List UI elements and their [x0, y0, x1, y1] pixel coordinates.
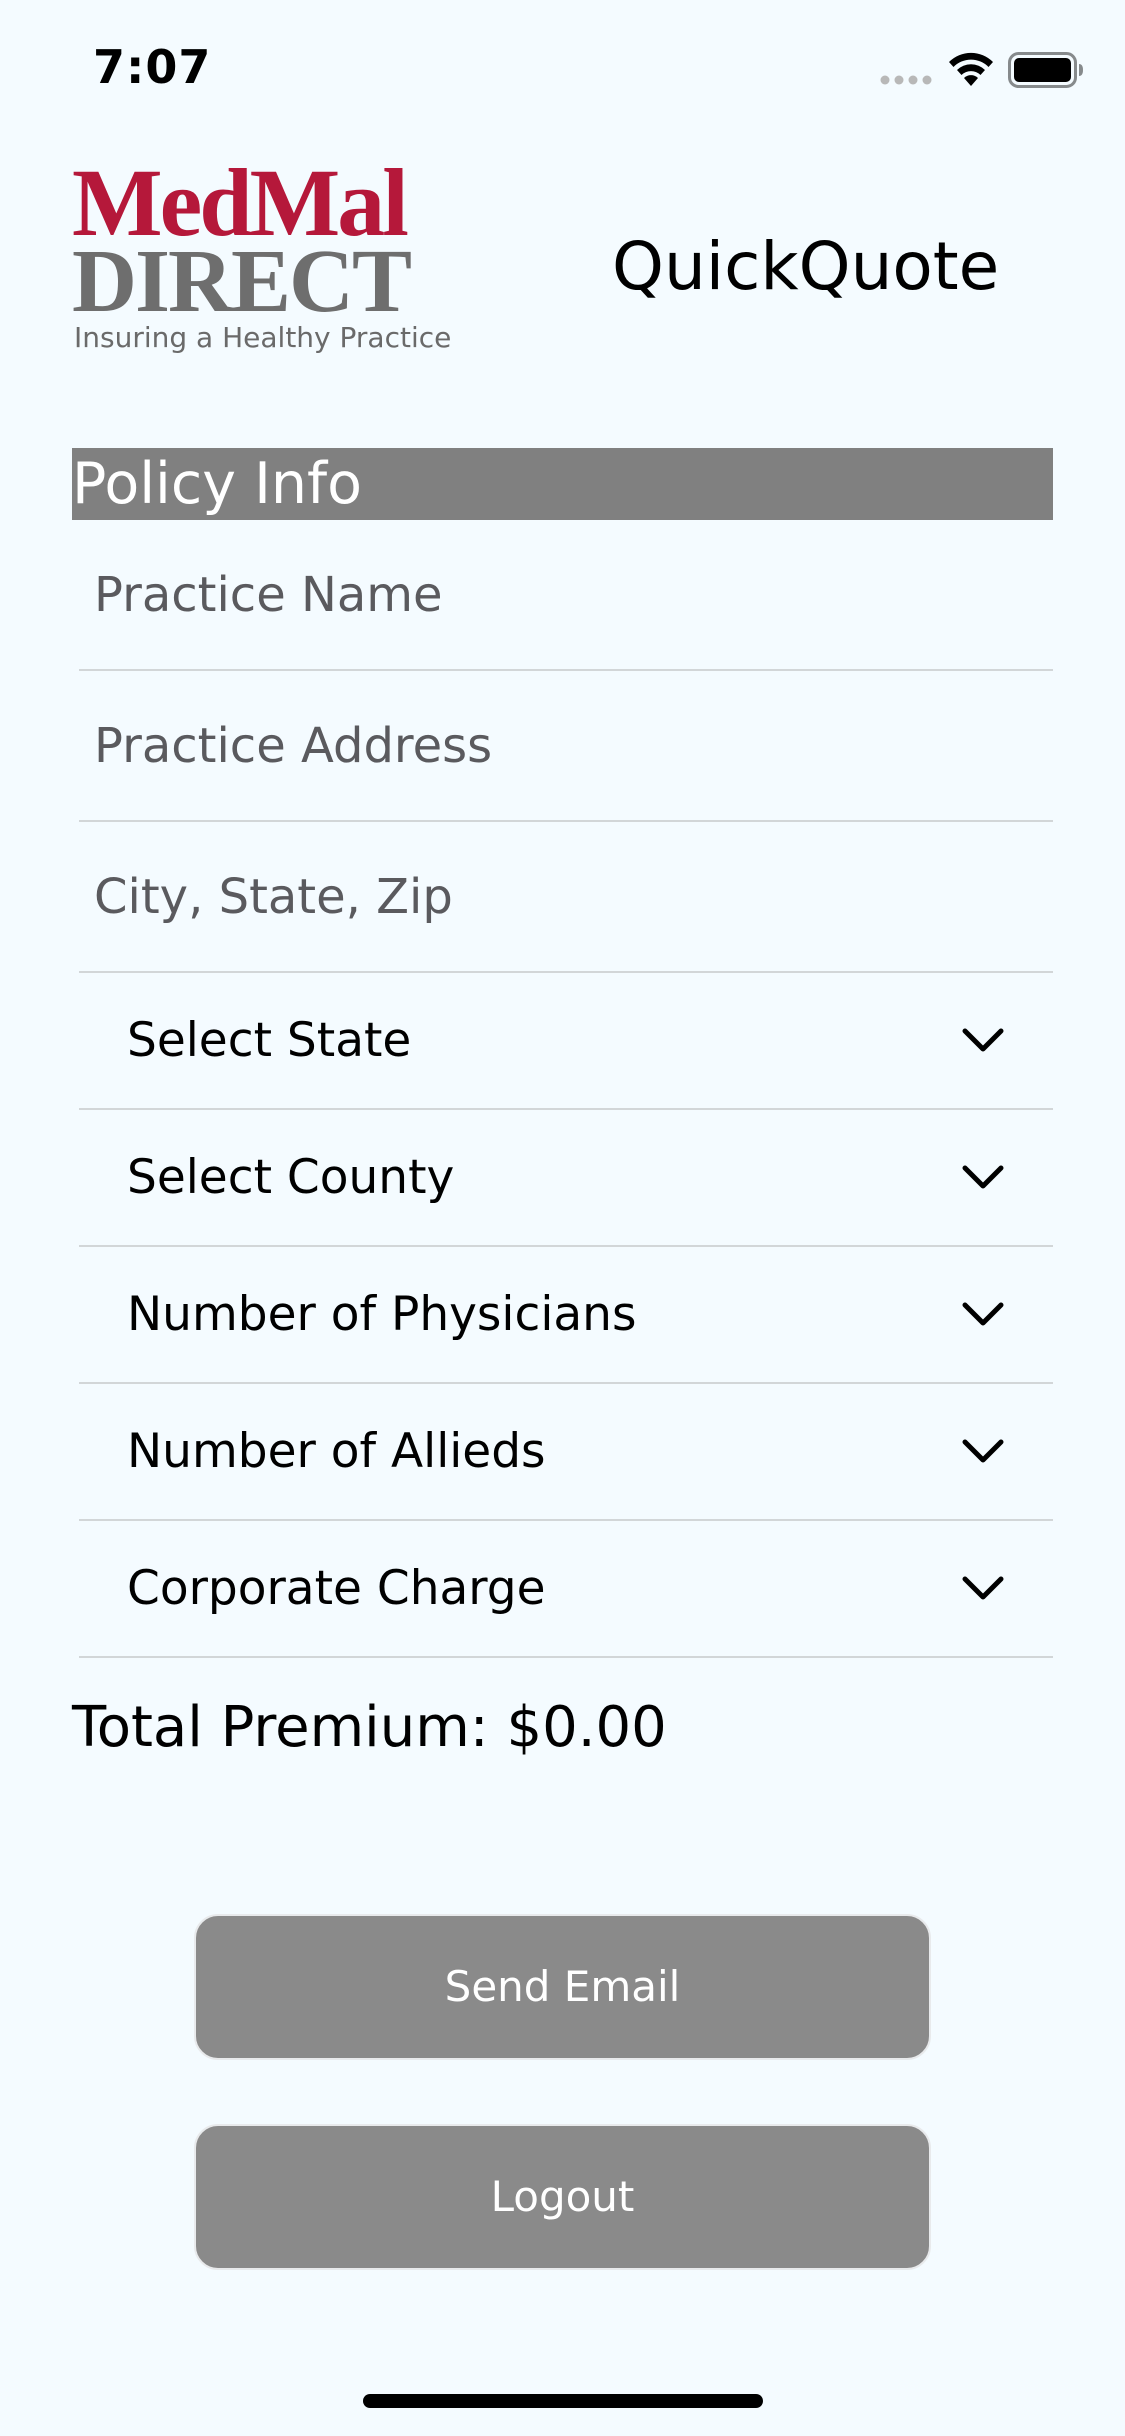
chevron-down-icon: [962, 1439, 1004, 1463]
chevron-down-icon: [962, 1028, 1004, 1052]
practice-name-field[interactable]: [79, 520, 1053, 669]
battery-icon: [1008, 52, 1083, 88]
city-state-zip-row: [79, 822, 1053, 973]
logo-line-direct: DIRECT: [72, 232, 412, 331]
chevron-down-icon: [962, 1576, 1004, 1600]
total-premium: Total Premium: $0.00: [72, 1695, 667, 1760]
practice-name-row: [79, 520, 1053, 671]
policy-info-section-header: Policy Info: [72, 448, 1053, 520]
corporate-charge-dropdown[interactable]: Corporate Charge: [79, 1521, 1053, 1658]
send-email-button[interactable]: Send Email: [194, 1914, 931, 2060]
signal-icon: [880, 75, 932, 85]
number-of-physicians-label: Number of Physicians: [127, 1287, 637, 1342]
practice-address-row: [79, 671, 1053, 822]
logo-tagline: Insuring a Healthy Practice: [74, 321, 452, 354]
chevron-down-icon: [962, 1302, 1004, 1326]
policy-info-form: Select State Select County Number of Phy…: [79, 520, 1053, 1658]
number-of-allieds-label: Number of Allieds: [127, 1424, 546, 1479]
wifi-icon: [949, 52, 993, 86]
number-of-allieds-dropdown[interactable]: Number of Allieds: [79, 1384, 1053, 1521]
select-county-dropdown[interactable]: Select County: [79, 1110, 1053, 1247]
status-bar-time: 7:07: [93, 40, 212, 94]
city-state-zip-field[interactable]: [79, 822, 1053, 971]
logout-button[interactable]: Logout: [194, 2124, 931, 2270]
chevron-down-icon: [962, 1165, 1004, 1189]
practice-address-field[interactable]: [79, 671, 1053, 820]
number-of-physicians-dropdown[interactable]: Number of Physicians: [79, 1247, 1053, 1384]
medmal-direct-logo: MedMal DIRECT Insuring a Healthy Practic…: [72, 155, 451, 360]
page-title: QuickQuote: [612, 228, 1000, 305]
home-indicator[interactable]: [363, 2394, 763, 2408]
select-state-label: Select State: [127, 1013, 412, 1068]
select-state-dropdown[interactable]: Select State: [79, 973, 1053, 1110]
select-county-label: Select County: [127, 1150, 455, 1205]
corporate-charge-label: Corporate Charge: [127, 1561, 546, 1616]
